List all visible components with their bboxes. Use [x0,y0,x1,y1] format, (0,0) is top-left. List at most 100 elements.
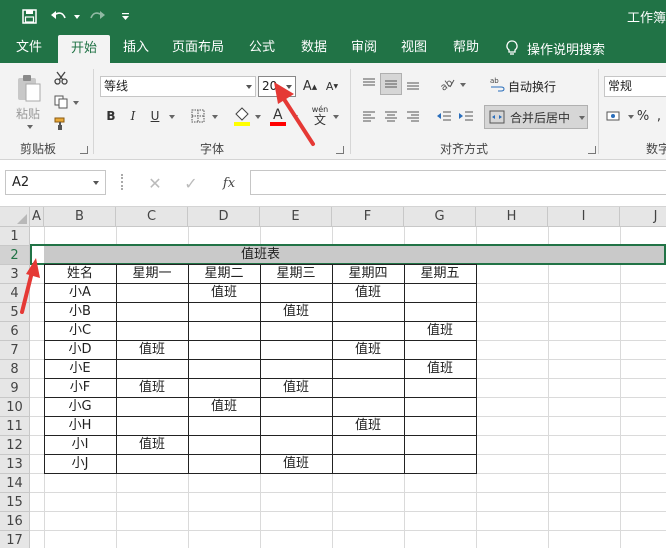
number-format-combo[interactable]: 常规 [604,76,666,97]
merge-center-label: 合并后居中 [510,110,571,125]
row-header-7[interactable]: 7 [0,341,30,360]
clipboard-launcher-icon[interactable] [80,146,88,154]
tell-me-label: 操作说明搜索 [527,42,606,58]
lightbulb-icon [506,40,518,55]
enter-icon[interactable]: ✓ [182,174,200,193]
align-top-icon[interactable] [360,75,378,93]
bold-button[interactable]: B [103,107,119,125]
wrap-text-icon[interactable]: ab [488,75,506,93]
cancel-icon[interactable]: ✕ [146,174,164,193]
insert-function-button[interactable]: fx [218,173,240,193]
align-right-icon[interactable] [404,107,422,125]
column-header-a[interactable]: A [30,207,44,227]
decrease-indent-icon[interactable] [434,107,454,125]
customize-qat-icon[interactable] [118,0,132,33]
tab-review[interactable]: 审阅 [342,33,386,63]
align-center-icon[interactable] [382,107,400,125]
phonetic-guide-icon[interactable]: wén 文 [310,105,330,127]
grow-font-icon[interactable]: A ▲ [300,76,320,97]
wrap-text-label[interactable]: 自动换行 [508,78,556,95]
svg-text:ab: ab [439,77,455,91]
row-header-8[interactable]: 8 [0,360,30,379]
undo-dropdown-icon[interactable] [72,0,82,33]
tell-me-search[interactable]: 操作说明搜索 [505,33,605,63]
svg-text:ab: ab [490,77,499,85]
font-color-icon[interactable]: A [268,105,288,127]
row-header-4[interactable]: 4 [0,284,30,303]
column-header-g[interactable]: G [404,207,476,227]
formula-input[interactable] [250,170,666,195]
gridlines [30,227,666,548]
tab-formulas[interactable]: 公式 [240,33,284,63]
name-box-value: A2 [12,175,30,190]
underline-button[interactable]: U [147,107,163,125]
paste-icon[interactable] [12,71,46,105]
save-icon[interactable] [18,0,40,33]
increase-indent-icon[interactable] [456,107,476,125]
cut-icon[interactable] [52,69,70,87]
align-bottom-icon[interactable] [404,75,422,93]
select-all-corner[interactable] [0,207,30,227]
tab-help[interactable]: 帮助 [444,33,488,63]
tab-home[interactable]: 开始 [58,35,110,63]
row-header-2[interactable]: 2 [0,246,30,265]
name-box[interactable]: A2 [5,170,106,195]
group-divider [350,69,351,154]
font-group-label: 字体 [200,142,225,156]
alignment-launcher-icon[interactable] [588,146,596,154]
column-header-b[interactable]: B [44,207,116,227]
tab-data[interactable]: 数据 [292,33,336,63]
fill-color-icon[interactable] [232,105,252,127]
row-header-9[interactable]: 9 [0,379,30,398]
undo-icon[interactable] [48,0,70,33]
paste-label[interactable]: 粘贴 [16,105,40,122]
column-header-i[interactable]: I [548,207,620,227]
borders-icon[interactable] [188,107,208,125]
number-group-label: 数字 [646,142,666,156]
column-header-h[interactable]: H [476,207,548,227]
row-header-12[interactable]: 12 [0,436,30,455]
group-divider [93,69,94,154]
formula-bar-grip[interactable] [121,174,123,190]
row-header-3[interactable]: 3 [0,265,30,284]
copy-icon[interactable] [52,93,70,111]
tab-page-layout[interactable]: 页面布局 [164,33,232,63]
row-header-14[interactable]: 14 [0,474,30,493]
font-size-value: 20 [262,79,278,93]
comma-style-icon[interactable]: , [652,107,666,125]
format-painter-icon[interactable] [52,115,70,133]
column-header-e[interactable]: E [260,207,332,227]
row-header-11[interactable]: 11 [0,417,30,436]
row-header-16[interactable]: 16 [0,512,30,531]
column-header-j[interactable]: J [620,207,666,227]
column-header-d[interactable]: D [188,207,260,227]
shrink-font-icon[interactable]: A ▼ [322,76,342,97]
font-name-value: 等线 [104,79,129,93]
tab-insert[interactable]: 插入 [114,33,158,63]
align-left-icon[interactable] [360,107,378,125]
tab-file[interactable]: 文件 [6,33,52,63]
font-size-combo[interactable]: 20 [258,76,296,97]
worksheet-grid[interactable]: A B C D E F G H I J 1 2 3 4 5 6 7 8 9 10 11 12 13 14 1… [0,207,666,548]
row-header-5[interactable]: 5 [0,303,30,322]
font-launcher-icon[interactable] [336,146,344,154]
italic-button[interactable]: I [125,107,141,125]
merge-center-button[interactable]: 合并后居中 [484,105,588,129]
row-header-10[interactable]: 10 [0,398,30,417]
font-name-combo[interactable]: 等线 [100,76,256,97]
align-middle-icon[interactable] [380,73,402,95]
row-header-13[interactable]: 13 [0,455,30,474]
tab-view[interactable]: 视图 [392,33,436,63]
accounting-format-icon[interactable] [604,107,626,125]
redo-icon[interactable] [86,0,108,33]
ribbon: 粘贴 剪贴板 等线 20 A ▲ A ▼ B I U A wén 文 字体 ab… [0,63,666,160]
orientation-icon[interactable]: ab [436,75,458,93]
column-header-f[interactable]: F [332,207,404,227]
row-header-6[interactable]: 6 [0,322,30,341]
row-header-1[interactable]: 1 [0,227,30,246]
row-header-17[interactable]: 17 [0,531,30,548]
percent-icon[interactable]: % [636,107,650,125]
formula-bar: A2 ✕ ✓ fx [0,160,666,207]
column-header-c[interactable]: C [116,207,188,227]
row-header-15[interactable]: 15 [0,493,30,512]
